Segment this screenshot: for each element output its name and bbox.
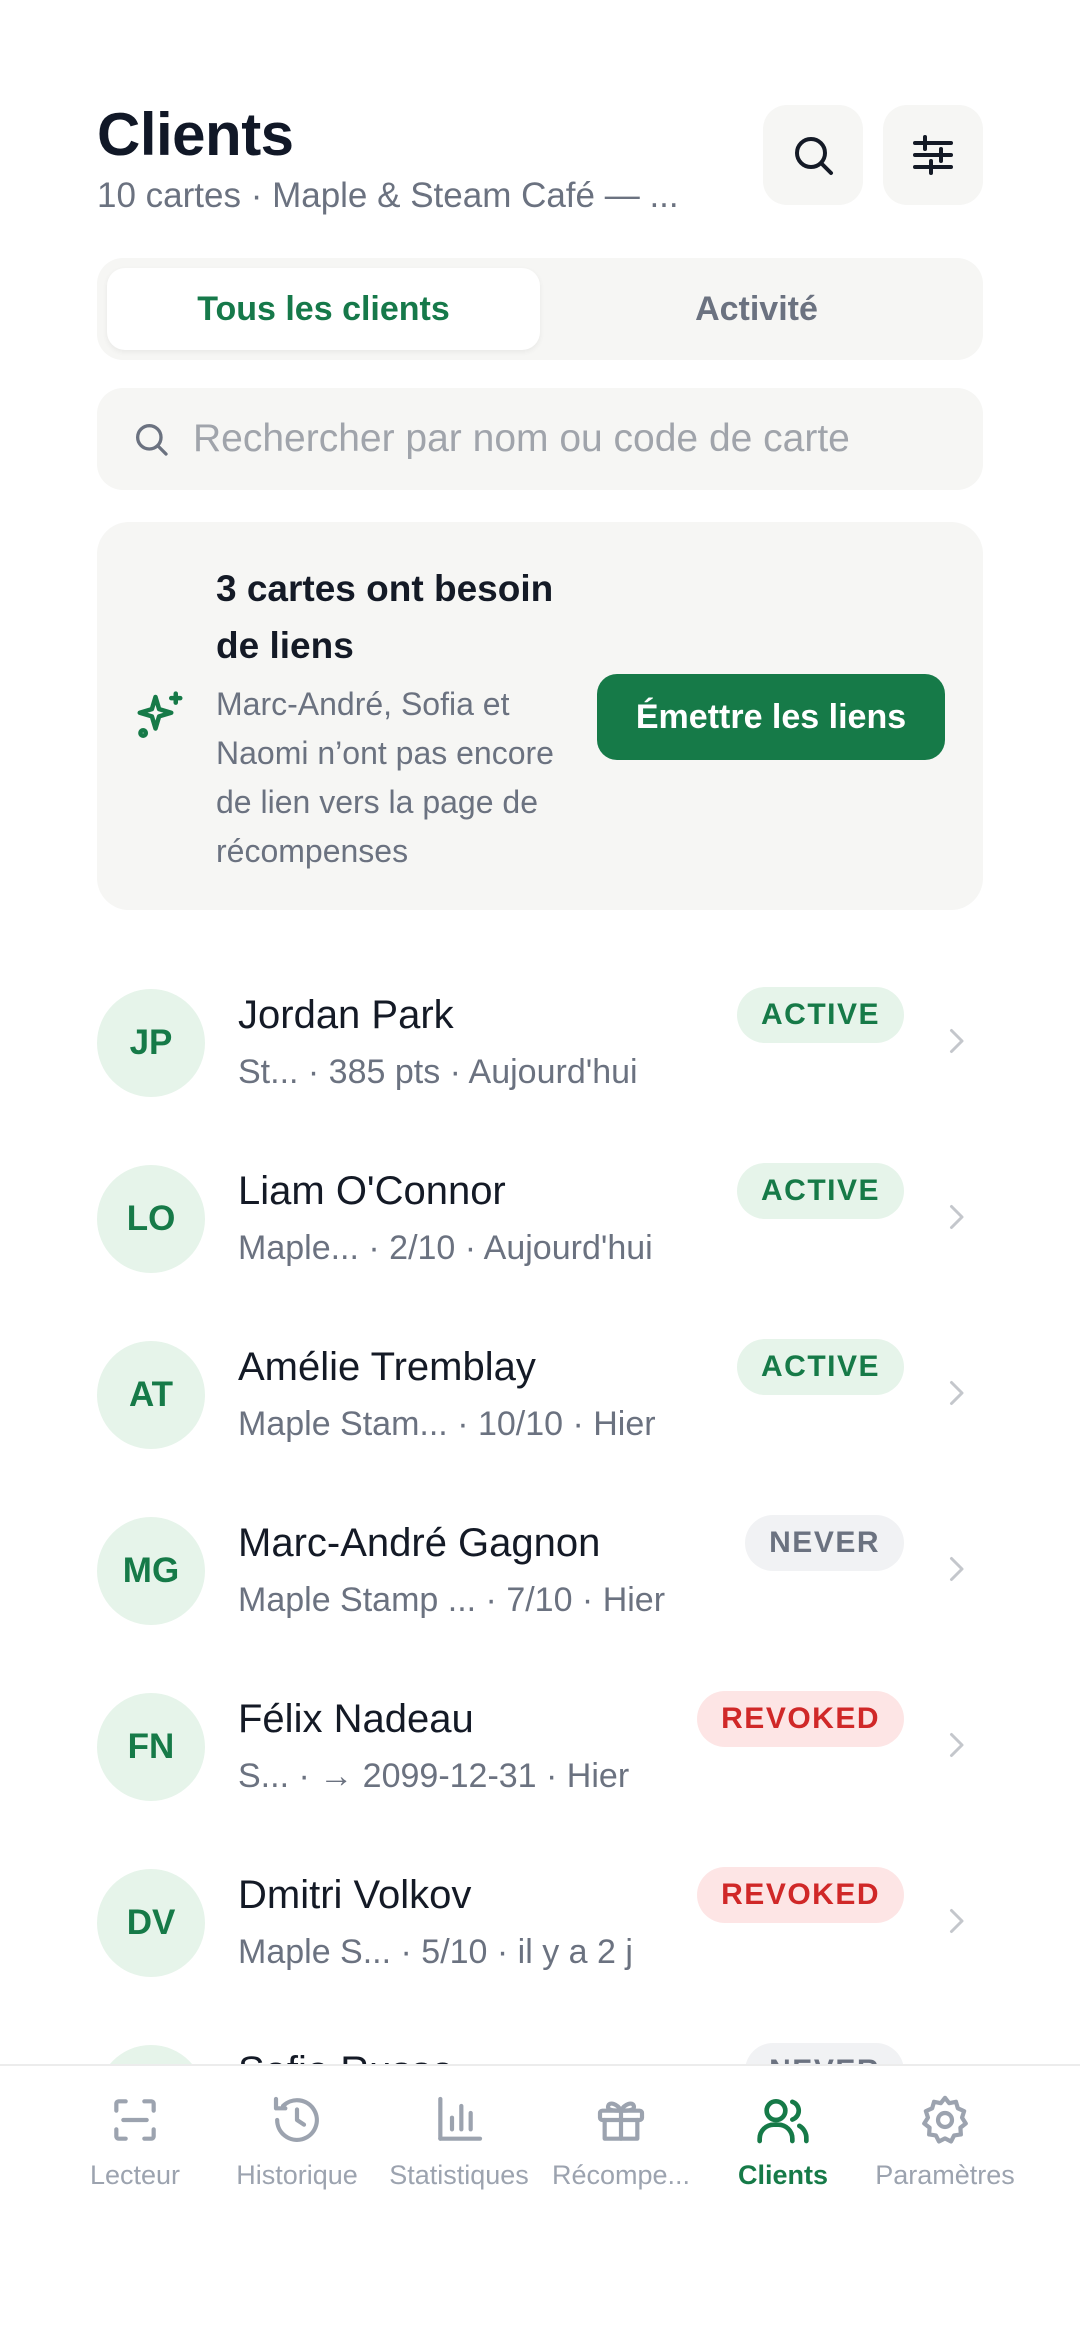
gift-icon — [597, 2101, 645, 2141]
tab-label: Statistiques — [389, 2160, 529, 2190]
status-badge: REVOKED — [697, 1691, 904, 1747]
tab-rewards[interactable]: Récompe... — [540, 2092, 702, 2191]
chevron-right-icon — [950, 1381, 964, 1405]
segment-activity[interactable]: Activité — [540, 268, 973, 350]
chevron-right-icon — [950, 1029, 964, 1053]
search-input[interactable]: Rechercher par nom ou code de carte — [97, 388, 983, 490]
client-meta: S... · → 2099-12-31 · Hier — [238, 1757, 630, 1795]
tab-label: Paramètres — [875, 2160, 1015, 2190]
banner-title: 3 cartes ont besoin de liens — [216, 568, 554, 666]
page-header: Clients 10 cartes · Maple & Steam Café —… — [97, 100, 983, 230]
search-button[interactable] — [763, 105, 863, 205]
users-icon — [757, 2099, 809, 2144]
banner-text: Marc-André, Sofia et Naomi n’ont pas enc… — [216, 686, 554, 869]
client-row[interactable]: JP Jordan Park St... · 385 pts · Aujourd… — [0, 967, 1080, 1143]
segmented-control: Tous les clients Activité — [97, 258, 983, 360]
client-name: Jordan Park — [238, 993, 454, 1037]
client-meta: St... · 385 pts · Aujourd'hui — [238, 1053, 638, 1091]
client-row[interactable]: AT Amélie Tremblay Maple Stam... · 10/10… — [0, 1319, 1080, 1495]
avatar: FN — [97, 1693, 205, 1801]
client-meta: Maple Stam... · 10/10 · Hier — [238, 1405, 656, 1443]
tab-clients[interactable]: Clients — [702, 2092, 864, 2191]
chevron-right-icon — [950, 1205, 964, 1229]
tab-reader[interactable]: Lecteur — [54, 2092, 216, 2191]
avatar: MG — [97, 1517, 205, 1625]
issue-links-button[interactable]: Émettre les liens — [597, 674, 945, 760]
tab-label: Lecteur — [89, 2160, 181, 2190]
tab-statistics[interactable]: Statistiques — [378, 2092, 540, 2191]
history-icon — [273, 2096, 319, 2142]
search-icon — [795, 137, 833, 175]
tab-label: Récompe... — [551, 2160, 691, 2190]
bar-chart-icon — [438, 2096, 483, 2141]
links-needed-banner: 3 cartes ont besoin de liens Marc-André,… — [97, 522, 983, 910]
scan-icon — [114, 2099, 156, 2141]
tab-settings[interactable]: Paramètres — [864, 2092, 1026, 2191]
status-badge: ACTIVE — [736, 1163, 904, 1219]
avatar: LO — [97, 1165, 205, 1273]
status-badge: ACTIVE — [736, 1339, 904, 1395]
chevron-right-icon — [950, 1909, 964, 1933]
client-list: JP Jordan Park St... · 385 pts · Aujourd… — [0, 967, 1080, 2199]
client-name: Félix Nadeau — [238, 1697, 474, 1741]
segment-all-clients[interactable]: Tous les clients — [107, 268, 540, 350]
client-meta: Maple Stamp ... · 7/10 · Hier — [238, 1581, 666, 1619]
tab-label: Historique — [236, 2160, 358, 2190]
tab-history[interactable]: Historique — [216, 2092, 378, 2191]
client-name: Dmitri Volkov — [238, 1873, 472, 1917]
client-row[interactable]: FN Félix Nadeau S... · → 2099-12-31 · Hi… — [0, 1671, 1080, 1847]
status-badge: REVOKED — [697, 1867, 904, 1923]
client-row[interactable]: MG Marc-André Gagnon Maple Stamp ... · 7… — [0, 1495, 1080, 1671]
sparkles-icon — [137, 691, 183, 738]
sliders-icon — [913, 135, 953, 175]
gear-icon — [922, 2095, 968, 2144]
search-placeholder: Rechercher par nom ou code de carte — [193, 417, 850, 460]
client-name: Amélie Tremblay — [238, 1345, 536, 1389]
chevron-right-icon — [950, 1557, 964, 1581]
status-badge: NEVER — [745, 1515, 904, 1571]
chevron-right-icon — [950, 1733, 964, 1757]
tab-label: Clients — [737, 2160, 829, 2190]
status-badge: ACTIVE — [736, 987, 904, 1043]
avatar: DV — [97, 1869, 205, 1977]
client-row[interactable]: LO Liam O'Connor Maple... · 2/10 · Aujou… — [0, 1143, 1080, 1319]
client-row[interactable]: DV Dmitri Volkov Maple S... · 5/10 · il … — [0, 1847, 1080, 2023]
client-name: Liam O'Connor — [238, 1169, 506, 1213]
avatar: JP — [97, 989, 205, 1097]
client-name: Marc-André Gagnon — [238, 1521, 601, 1565]
search-icon — [136, 424, 168, 456]
bottom-tab-bar: Lecteur Historique Statistiques Récompe.… — [0, 2064, 1080, 2340]
filter-button[interactable] — [883, 105, 983, 205]
client-meta: Maple S... · 5/10 · il y a 2 j — [238, 1933, 633, 1971]
avatar: AT — [97, 1341, 205, 1449]
client-meta: Maple... · 2/10 · Aujourd'hui — [238, 1229, 653, 1267]
